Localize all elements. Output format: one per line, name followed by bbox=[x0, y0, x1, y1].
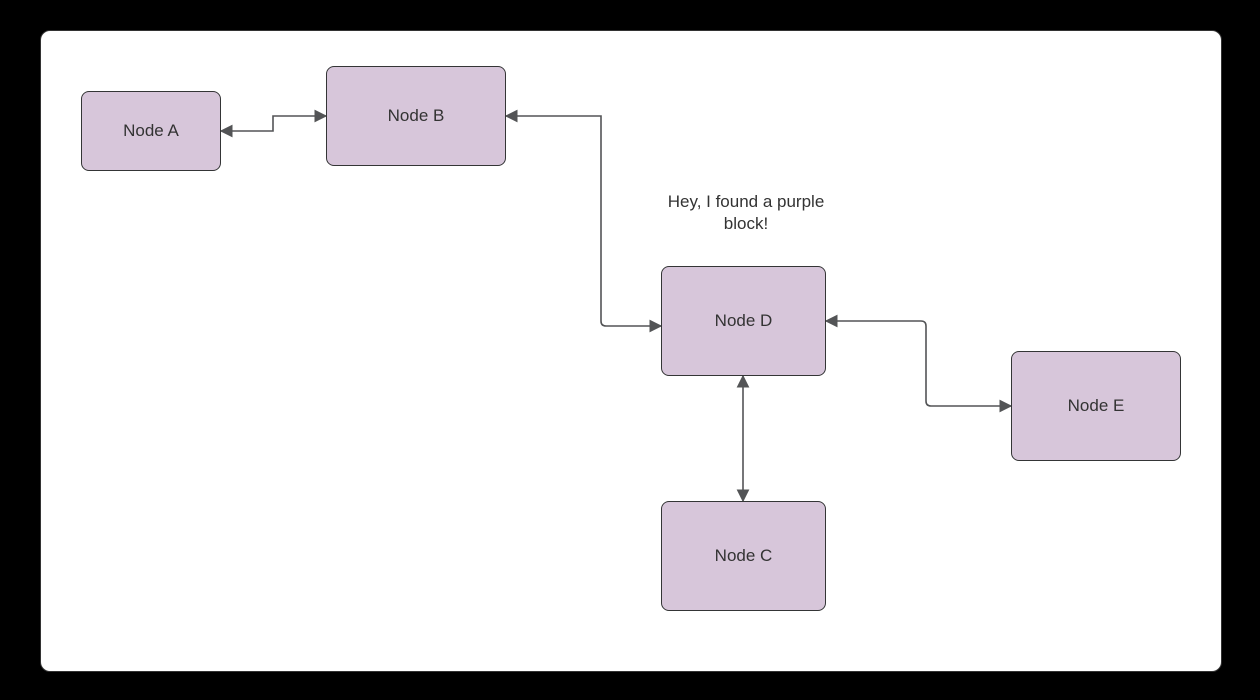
annotation-text: Hey, I found a purple block! bbox=[631, 191, 861, 235]
node-a[interactable]: Node A bbox=[81, 91, 221, 171]
node-b-label: Node B bbox=[388, 106, 445, 126]
node-b[interactable]: Node B bbox=[326, 66, 506, 166]
node-c-label: Node C bbox=[715, 546, 773, 566]
node-a-label: Node A bbox=[123, 121, 179, 141]
node-e-label: Node E bbox=[1068, 396, 1125, 416]
node-d[interactable]: Node D bbox=[661, 266, 826, 376]
node-c[interactable]: Node C bbox=[661, 501, 826, 611]
edge-d-e bbox=[826, 321, 1011, 406]
node-e[interactable]: Node E bbox=[1011, 351, 1181, 461]
diagram-canvas: Node A Node B Node D Node E Node C Hey, … bbox=[40, 30, 1222, 672]
edge-a-b bbox=[221, 116, 326, 131]
node-d-label: Node D bbox=[715, 311, 773, 331]
